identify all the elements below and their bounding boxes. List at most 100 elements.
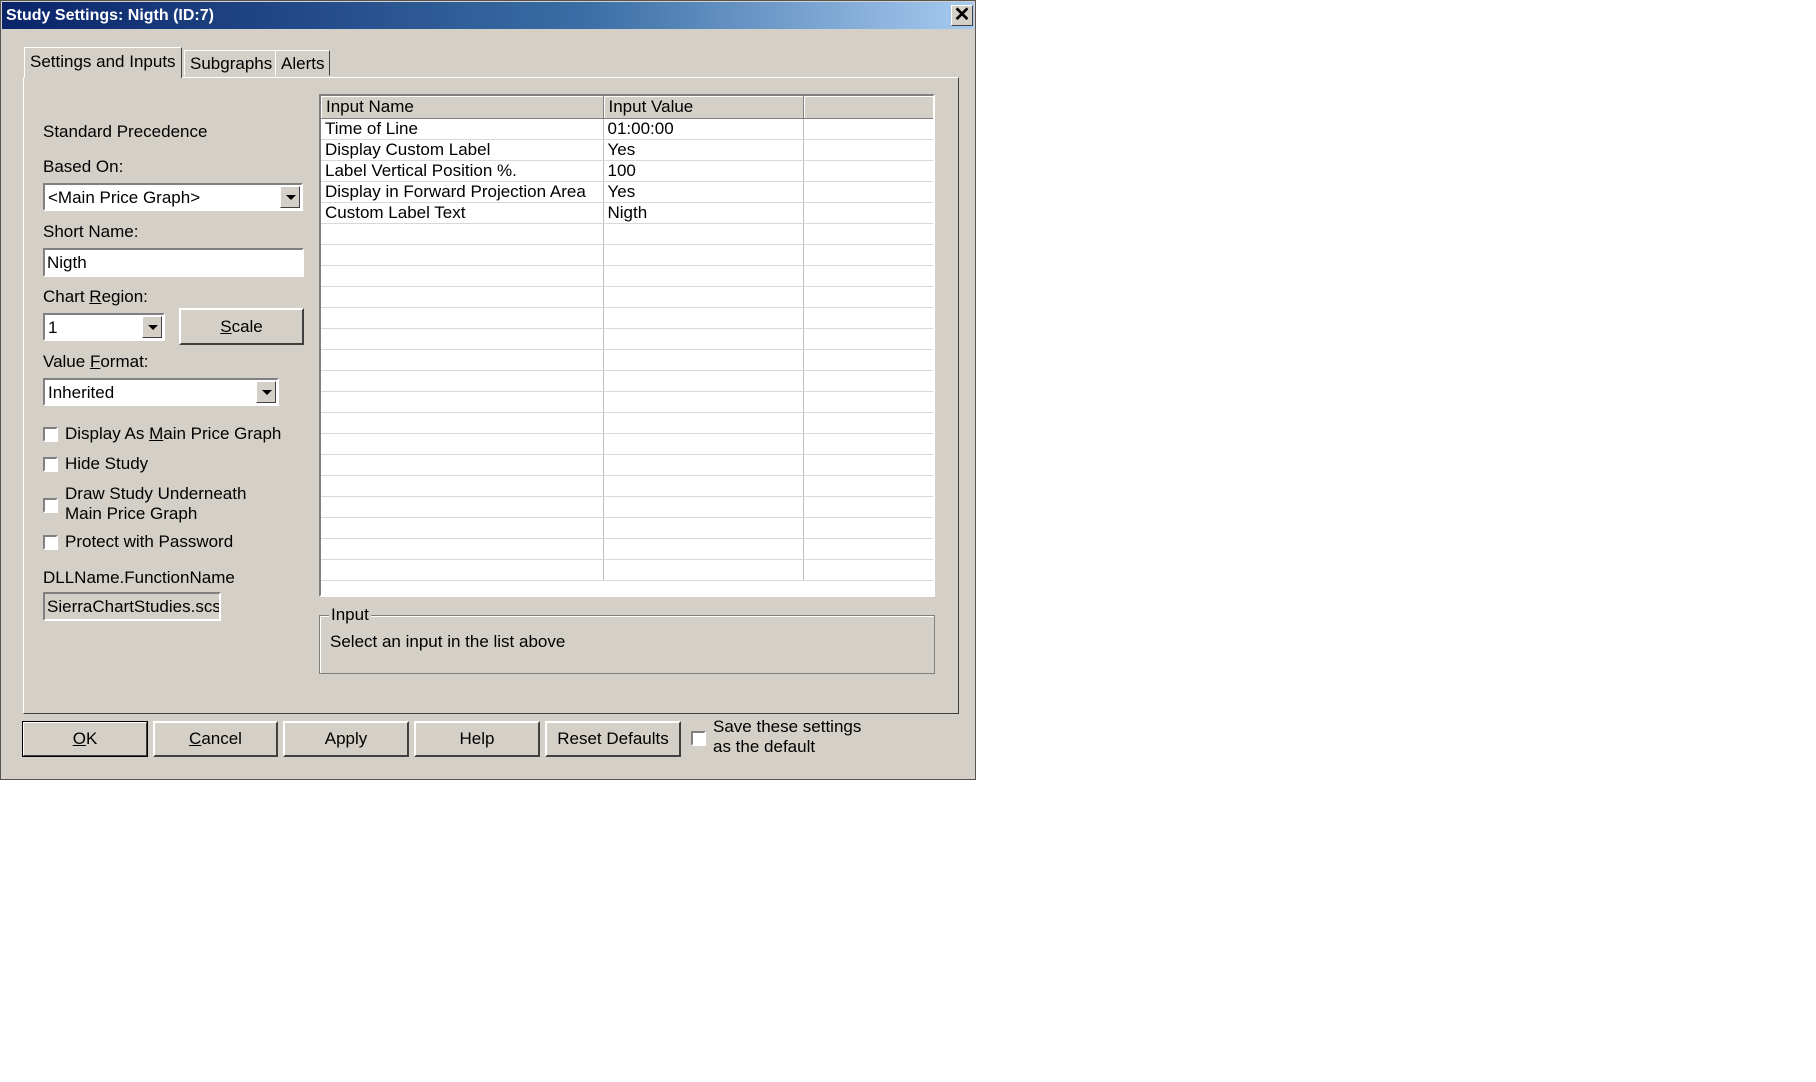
based-on-select[interactable]: <Main Price Graph> (43, 183, 303, 211)
empty-table-row (321, 475, 933, 497)
empty-table-row (321, 391, 933, 413)
empty-cell (321, 496, 604, 518)
empty-cell (321, 307, 604, 329)
chart-region-value: 1 (48, 318, 58, 337)
column-header-input-name[interactable]: Input Name (321, 96, 604, 119)
empty-table-row (321, 559, 933, 581)
display-as-main-price-graph-label: Display As Main Price Graph (65, 424, 282, 443)
empty-cell (603, 370, 804, 392)
input-value-cell[interactable]: Nigth (603, 202, 804, 224)
help-button[interactable]: Help (414, 721, 540, 757)
title-bar[interactable]: Study Settings: Nigth (ID:7) (2, 2, 974, 29)
empty-cell (803, 475, 933, 497)
empty-cell (803, 328, 933, 350)
tab-subgraphs[interactable]: Subgraphs (184, 50, 279, 76)
display-as-main-price-graph-checkbox[interactable] (43, 427, 58, 442)
close-button[interactable]: ✕ (951, 5, 973, 26)
empty-table-row (321, 370, 933, 392)
table-row[interactable]: Label Vertical Position %. 100 (321, 160, 933, 182)
empty-cell (321, 454, 604, 476)
input-name-cell[interactable]: Display Custom Label (321, 139, 604, 161)
short-name-input[interactable]: Nigth (43, 248, 304, 277)
based-on-value: <Main Price Graph> (48, 188, 201, 207)
input-value-cell[interactable]: 01:00:00 (603, 118, 804, 140)
tab-alerts-label: Alerts (281, 54, 325, 73)
reset-defaults-button[interactable]: Reset Defaults (545, 721, 681, 757)
value-format-label: Value Format: (43, 352, 149, 371)
table-row[interactable]: Display in Forward Projection Area Yes (321, 181, 933, 203)
empty-cell (321, 391, 604, 413)
tab-alerts[interactable]: Alerts (275, 50, 331, 76)
empty-cell (321, 244, 604, 266)
empty-cell (803, 538, 933, 560)
extra-cell[interactable] (803, 139, 933, 161)
hide-study-label: Hide Study (65, 454, 149, 473)
empty-cell (803, 349, 933, 371)
empty-cell (603, 538, 804, 560)
extra-cell[interactable] (803, 118, 933, 140)
close-icon: ✕ (953, 4, 971, 26)
empty-cell (803, 307, 933, 329)
empty-cell (803, 244, 933, 266)
dll-function-field[interactable]: SierraChartStudies.scsf_TimeLine (43, 592, 221, 621)
empty-cell (321, 412, 604, 434)
scale-button[interactable]: Scale (179, 308, 304, 345)
input-value-cell[interactable]: Yes (603, 181, 804, 203)
empty-table-row (321, 349, 933, 371)
column-header-input-value[interactable]: Input Value (603, 96, 804, 119)
empty-cell (603, 454, 804, 476)
save-as-default-checkbox[interactable] (691, 731, 706, 746)
table-row[interactable]: Display Custom Label Yes (321, 139, 933, 161)
draw-underneath-checkbox[interactable] (43, 498, 58, 513)
empty-cell (803, 286, 933, 308)
value-format-select[interactable]: Inherited (43, 378, 279, 406)
tab-settings-and-inputs[interactable]: Settings and Inputs (24, 47, 182, 78)
empty-cell (603, 328, 804, 350)
input-value-cell[interactable]: Yes (603, 139, 804, 161)
chevron-down-icon[interactable] (280, 186, 300, 208)
empty-cell (321, 370, 604, 392)
empty-cell (321, 538, 604, 560)
inputs-grid[interactable]: Input Name Input Value Time of Line 01:00… (319, 94, 935, 597)
input-name-cell[interactable]: Display in Forward Projection Area (321, 181, 604, 203)
input-name-cell[interactable]: Label Vertical Position %. (321, 160, 604, 182)
input-value-cell[interactable]: 100 (603, 160, 804, 182)
standard-precedence-label: Standard Precedence (43, 122, 208, 141)
empty-cell (603, 244, 804, 266)
hide-study-checkbox[interactable] (43, 457, 58, 472)
input-name-cell[interactable]: Custom Label Text (321, 202, 604, 224)
empty-cell (603, 286, 804, 308)
study-settings-dialog: Study Settings: Nigth (ID:7) ✕ Settings … (0, 0, 976, 780)
protect-with-password-label: Protect with Password (65, 532, 234, 551)
empty-cell (803, 559, 933, 581)
empty-cell (603, 433, 804, 455)
empty-cell (803, 412, 933, 434)
empty-cell (603, 412, 804, 434)
table-row[interactable]: Time of Line 01:00:00 (321, 118, 933, 140)
empty-cell (603, 391, 804, 413)
input-name-cell[interactable]: Time of Line (321, 118, 604, 140)
empty-cell (803, 265, 933, 287)
empty-cell (321, 328, 604, 350)
chevron-down-icon[interactable] (256, 381, 276, 403)
extra-cell[interactable] (803, 202, 933, 224)
empty-table-row (321, 286, 933, 308)
protect-with-password-checkbox[interactable] (43, 535, 58, 550)
empty-table-row (321, 538, 933, 560)
chevron-down-icon[interactable] (142, 316, 162, 338)
empty-cell (321, 265, 604, 287)
column-header-extra[interactable] (803, 96, 933, 119)
draw-underneath-label-line2: Main Price Graph (65, 504, 198, 523)
table-row[interactable]: Custom Label Text Nigth (321, 202, 933, 224)
extra-cell[interactable] (803, 160, 933, 182)
ok-button[interactable]: OK (22, 721, 148, 757)
empty-table-row (321, 433, 933, 455)
based-on-label: Based On: (43, 157, 124, 176)
save-as-default-label-line1: Save these settings (713, 717, 862, 736)
chart-region-select[interactable]: 1 (43, 313, 165, 341)
extra-cell[interactable] (803, 181, 933, 203)
cancel-button[interactable]: Cancel (153, 721, 278, 757)
empty-cell (321, 349, 604, 371)
apply-button[interactable]: Apply (283, 721, 409, 757)
dll-function-label: DLLName.FunctionName (43, 568, 235, 587)
